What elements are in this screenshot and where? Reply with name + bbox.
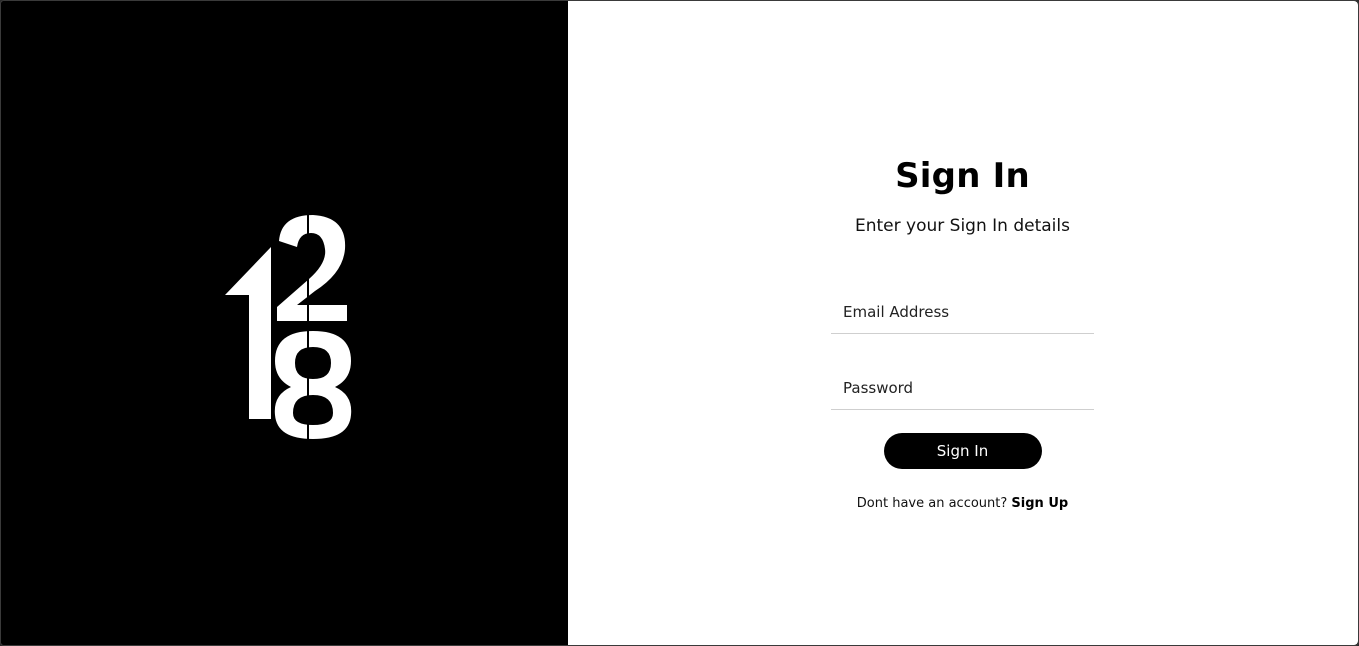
signin-form: Sign In Enter your Sign In details Sign … [831,151,1094,511]
email-field[interactable] [831,290,1094,334]
brand-panel [1,1,568,645]
signin-button[interactable]: Sign In [883,433,1042,469]
password-field[interactable] [831,366,1094,410]
app-window: Sign In Enter your Sign In details Sign … [0,0,1359,646]
128-logo-icon [225,211,352,441]
signin-panel: Sign In Enter your Sign In details Sign … [568,1,1358,645]
signup-link[interactable]: Sign Up [1011,496,1068,511]
page-title: Sign In [895,156,1030,196]
signup-prompt: Dont have an account? Sign Up [791,496,1134,511]
no-account-text: Dont have an account? [856,496,1008,511]
signin-subtitle: Enter your Sign In details [855,216,1070,236]
